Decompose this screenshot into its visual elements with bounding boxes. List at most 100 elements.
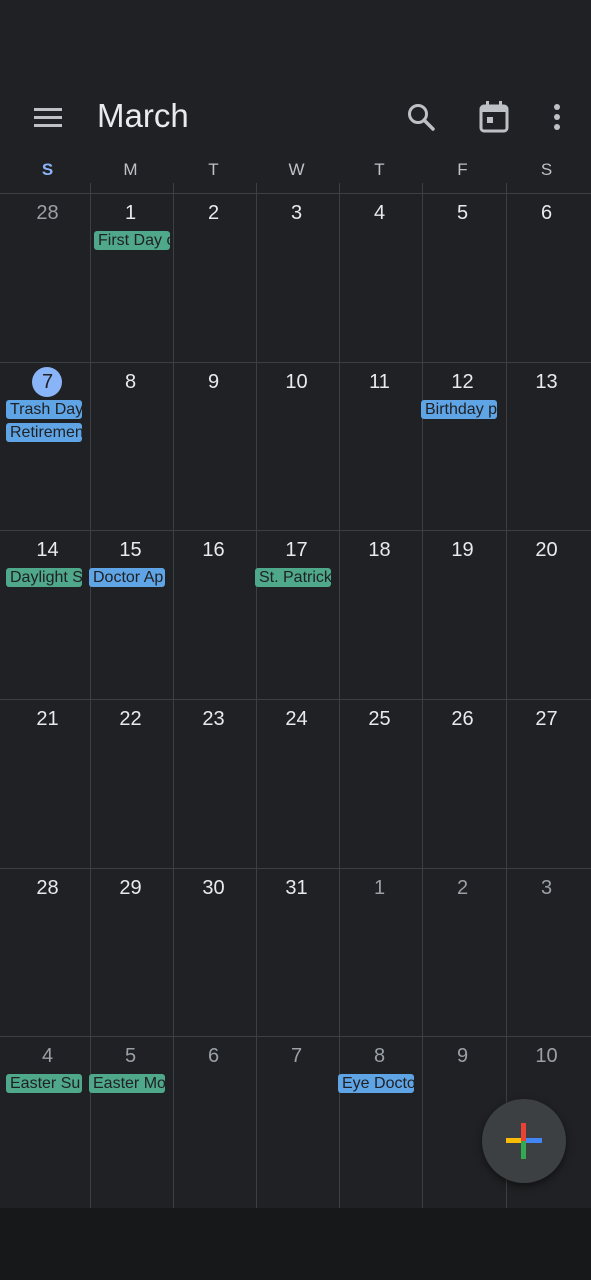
day-cell[interactable]: 24 <box>255 699 338 867</box>
day-cell[interactable]: 12 Birthday p <box>421 362 504 530</box>
search-icon[interactable] <box>397 93 445 141</box>
day-number: 1 <box>373 877 386 899</box>
day-cell[interactable]: 2 <box>172 193 255 361</box>
day-cell[interactable]: 28 <box>6 868 89 1036</box>
day-number: 29 <box>119 877 142 899</box>
event-chip[interactable]: Doctor Ap <box>89 568 165 587</box>
day-number: 16 <box>202 539 225 561</box>
day-number: 13 <box>535 371 558 393</box>
day-number: 11 <box>369 371 390 393</box>
day-cell[interactable]: 10 <box>255 362 338 530</box>
day-cell[interactable]: 1 <box>338 868 421 1036</box>
event-chip[interactable]: Easter Su <box>6 1074 82 1093</box>
day-cell[interactable]: 8 Eye Docto <box>338 1036 421 1204</box>
day-cell[interactable]: 11 <box>338 362 421 530</box>
weekday-tue: T <box>208 160 219 179</box>
event-chip[interactable]: Trash Day <box>6 400 82 419</box>
day-number: 20 <box>535 539 558 561</box>
day-number: 3 <box>540 877 553 899</box>
day-cell[interactable]: 8 <box>89 362 172 530</box>
day-cell[interactable]: 29 <box>89 868 172 1036</box>
weekday-thu: T <box>374 160 385 179</box>
day-number: 19 <box>451 539 474 561</box>
month-grid: 28 1 First Day o 2 3 4 5 6 7 Trash Day R… <box>0 183 591 1280</box>
day-cell[interactable]: 17 St. Patrick <box>255 530 338 698</box>
event-chip[interactable]: First Day o <box>94 231 170 250</box>
day-number: 7 <box>41 371 54 393</box>
event-chip[interactable]: Eye Docto <box>338 1074 414 1093</box>
day-number: 24 <box>285 708 308 730</box>
day-number: 30 <box>202 877 225 899</box>
day-number: 28 <box>36 877 59 899</box>
day-cell[interactable]: 2 <box>421 868 504 1036</box>
day-cell[interactable]: 1 First Day o <box>89 193 172 361</box>
day-cell[interactable]: 9 <box>172 362 255 530</box>
day-number: 18 <box>368 539 391 561</box>
day-cell[interactable]: 22 <box>89 699 172 867</box>
day-cell[interactable]: 21 <box>6 699 89 867</box>
event-chip[interactable]: Birthday p <box>421 400 497 419</box>
day-number: 27 <box>535 708 558 730</box>
weekday-sat: S <box>540 160 553 179</box>
day-number: 9 <box>456 1045 469 1067</box>
day-cell[interactable]: 30 <box>172 868 255 1036</box>
navigation-bar <box>0 1208 591 1280</box>
day-number: 6 <box>540 202 553 224</box>
day-cell[interactable]: 28 <box>6 193 89 361</box>
event-chip[interactable]: St. Patrick <box>255 568 331 587</box>
day-number: 5 <box>124 1045 137 1067</box>
day-cell[interactable]: 31 <box>255 868 338 1036</box>
day-cell[interactable]: 6 <box>172 1036 255 1204</box>
day-cell[interactable]: 3 <box>505 868 588 1036</box>
day-number: 2 <box>207 202 220 224</box>
day-number: 22 <box>119 708 142 730</box>
day-number: 1 <box>124 202 137 224</box>
day-cell[interactable]: 13 <box>505 362 588 530</box>
month-title[interactable]: March <box>97 96 189 136</box>
day-cell[interactable]: 23 <box>172 699 255 867</box>
day-cell[interactable]: 15 Doctor Ap <box>89 530 172 698</box>
event-chip[interactable]: Retiremen <box>6 423 82 442</box>
day-cell[interactable]: 3 <box>255 193 338 361</box>
day-cell[interactable]: 18 <box>338 530 421 698</box>
day-cell[interactable]: 20 <box>505 530 588 698</box>
day-cell[interactable]: 7 <box>255 1036 338 1204</box>
day-number: 7 <box>290 1045 303 1067</box>
day-cell[interactable]: 4 Easter Su <box>6 1036 89 1204</box>
day-number: 10 <box>535 1045 558 1067</box>
day-number: 25 <box>368 708 391 730</box>
day-number: 8 <box>124 371 137 393</box>
day-number: 10 <box>285 371 308 393</box>
more-vert-icon[interactable] <box>533 93 581 141</box>
day-number: 28 <box>36 202 59 224</box>
day-number: 4 <box>373 202 386 224</box>
day-number: 21 <box>36 708 59 730</box>
day-number: 15 <box>119 539 142 561</box>
day-cell[interactable]: 19 <box>421 530 504 698</box>
day-cell[interactable]: 14 Daylight S <box>6 530 89 698</box>
create-event-button[interactable] <box>482 1099 566 1183</box>
day-cell[interactable]: 25 <box>338 699 421 867</box>
event-chip[interactable]: Daylight S <box>6 568 82 587</box>
day-cell-today[interactable]: 7 Trash Day Retiremen <box>6 362 89 530</box>
day-number: 6 <box>207 1045 220 1067</box>
day-number: 12 <box>451 371 474 393</box>
day-number: 4 <box>41 1045 54 1067</box>
weekday-mon: M <box>123 160 138 179</box>
day-number: 31 <box>285 877 308 899</box>
event-chip[interactable]: Easter Mo <box>89 1074 165 1093</box>
menu-icon[interactable] <box>24 93 72 141</box>
day-cell[interactable]: 6 <box>505 193 588 361</box>
day-cell[interactable]: 27 <box>505 699 588 867</box>
calendar-today-icon[interactable] <box>470 93 518 141</box>
day-number: 3 <box>290 202 303 224</box>
day-cell[interactable]: 26 <box>421 699 504 867</box>
weekday-fri: F <box>457 160 468 179</box>
app-bar: March <box>0 0 591 150</box>
day-cell[interactable]: 5 <box>421 193 504 361</box>
day-number: 9 <box>207 371 220 393</box>
day-cell[interactable]: 4 <box>338 193 421 361</box>
day-cell[interactable]: 16 <box>172 530 255 698</box>
day-number: 14 <box>36 539 59 561</box>
day-cell[interactable]: 5 Easter Mo <box>89 1036 172 1204</box>
